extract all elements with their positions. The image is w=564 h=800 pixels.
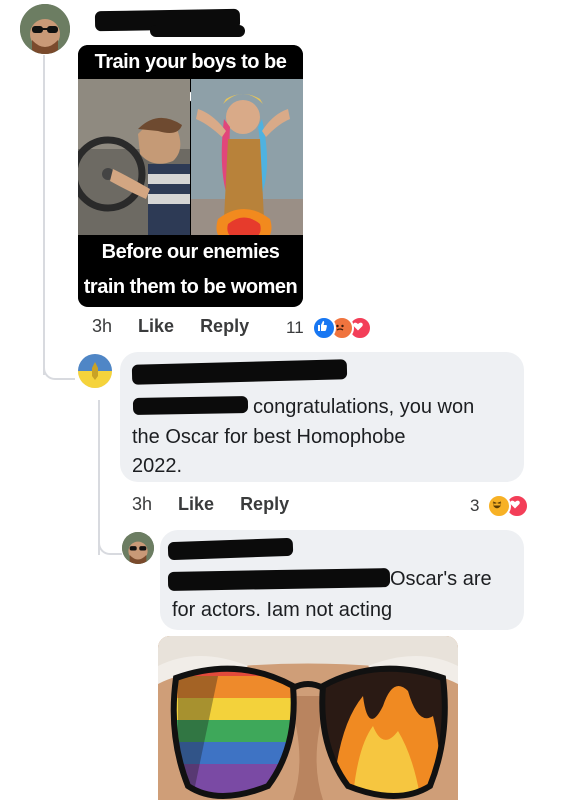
- post-reactions[interactable]: 11: [286, 316, 372, 340]
- reply1-text-line2: the Oscar for best Homophobe: [132, 426, 406, 448]
- redacted-reply1-mention: [132, 395, 249, 416]
- reply1-reply-button[interactable]: Reply: [240, 494, 289, 515]
- post-time[interactable]: 3h: [92, 316, 112, 337]
- reply2-author-avatar[interactable]: [122, 532, 154, 564]
- person-with-sunglasses-icon: [122, 532, 154, 564]
- post-like-button[interactable]: Like: [138, 316, 174, 337]
- redacted-reply2-mention: [167, 568, 391, 591]
- sunglasses-reflection-image: [158, 636, 458, 800]
- reply1-time[interactable]: 3h: [132, 494, 152, 515]
- ukraine-flag-avatar-icon: [78, 354, 112, 388]
- reply1-text-line3: 2022.: [132, 455, 183, 477]
- reply1-reactions[interactable]: 3: [470, 494, 530, 518]
- reply1-author-avatar[interactable]: [78, 354, 112, 388]
- post-reaction-count: 11: [286, 318, 304, 337]
- meme-bottom-caption-2: train them to be women: [78, 269, 303, 305]
- reply1-reaction-count: 3: [470, 496, 480, 515]
- reply1-like-button[interactable]: Like: [178, 494, 214, 515]
- reply1-text-line1: congratulations, you won: [253, 396, 475, 418]
- thread-branch-reply1: [43, 360, 75, 380]
- reply2-text-line2: for actors. Iam not acting: [172, 599, 393, 621]
- post-reply-button[interactable]: Reply: [200, 316, 249, 337]
- thread-line-main: [43, 55, 45, 375]
- like-icon: [311, 316, 336, 340]
- meme-top-caption: Train your boys to be men: [78, 45, 303, 107]
- meme-bottom-caption-1: Before our enemies: [78, 235, 303, 269]
- meme-image[interactable]: Train your boys to be men Before our ene…: [78, 45, 303, 307]
- reply2-text-line1: Oscar's are: [390, 568, 492, 590]
- reply1-action-row: 3h Like Reply: [132, 494, 289, 515]
- person-with-sunglasses-icon: [20, 4, 70, 54]
- reply2-image[interactable]: [158, 636, 458, 800]
- redacted-author-name-2: [150, 25, 245, 37]
- post-author-avatar[interactable]: [20, 4, 70, 54]
- thread-line-reply1: [98, 400, 100, 555]
- post-action-row: 3h Like Reply: [92, 316, 249, 337]
- thread-branch-reply2: [98, 535, 122, 555]
